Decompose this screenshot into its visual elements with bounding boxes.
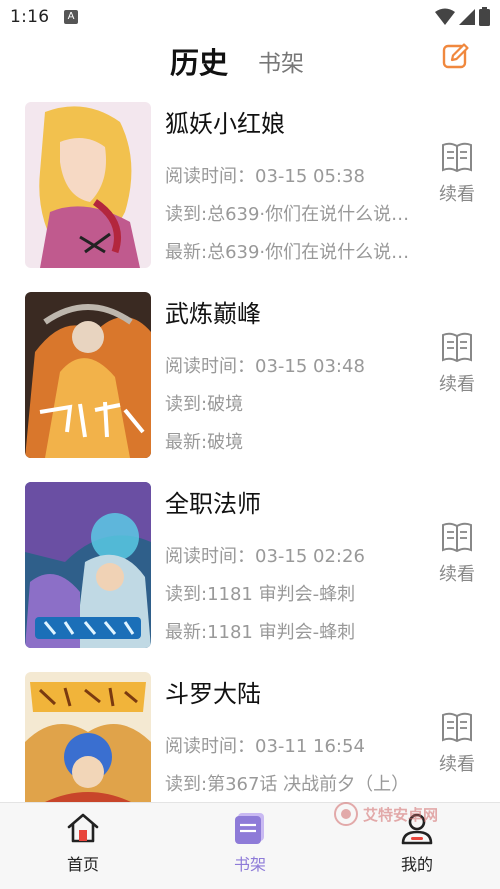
continue-reading-button[interactable]: 续看 [434,710,480,776]
watermark-logo-icon [334,802,358,826]
read-progress: 读到:总639·你们在说什么说什么 [165,204,423,225]
book-icon [442,712,472,743]
continue-label: 续看 [439,184,475,205]
latest-chapter: 最新:1181 审判会-蜂刺 [165,622,356,643]
continue-reading-button[interactable]: 续看 [434,520,480,586]
book-title: 斗罗大陆 [165,680,261,708]
latest-chapter: 最新:破境 [165,432,244,453]
read-progress: 读到:第367话 决战前夕（上） [165,774,410,795]
book-title: 武炼巅峰 [165,300,261,328]
header: 历史 书架 [0,34,500,88]
status-bar: 1:16 A [0,0,500,34]
book-icon [442,332,472,363]
latest-chapter: 最新:总639·你们在说什么说什么 [165,242,423,263]
nav-shelf-label: 书架 [233,855,266,874]
signal-icon [459,8,475,25]
continue-label: 续看 [439,374,475,395]
book-title: 全职法师 [165,490,261,518]
read-time: 阅读时间：03-15 05:38 [165,166,365,187]
wifi-icon [435,8,455,25]
nav-mine-label: 我的 [400,855,433,874]
book-cover[interactable] [25,482,151,648]
continue-reading-button[interactable]: 续看 [434,330,480,396]
app-notification-icon: A [64,10,78,24]
bookshelf-icon [235,813,264,844]
list-item[interactable]: 全职法师 阅读时间：03-15 02:26 读到:1181 审判会-蜂刺 最新:… [0,476,500,666]
nav-home[interactable]: 首页 [38,811,128,875]
battery-icon [479,7,490,26]
tab-history[interactable]: 历史 [170,40,228,82]
continue-label: 续看 [439,564,475,585]
continue-label: 续看 [439,754,475,775]
home-icon [67,813,99,843]
watermark-text: 艾特安卓网 [363,805,439,824]
read-progress: 读到:破境 [165,394,244,415]
book-cover[interactable] [25,292,151,458]
tab-shelf[interactable]: 书架 [258,44,304,78]
nav-shelf[interactable]: 书架 [205,811,295,875]
book-title: 狐妖小红娘 [165,110,285,138]
edit-icon[interactable] [442,42,470,70]
nav-home-label: 首页 [66,855,99,874]
list-item[interactable]: 狐妖小红娘 阅读时间：03-15 05:38 读到:总639·你们在说什么说什么… [0,96,500,286]
book-icon [442,142,472,173]
read-time: 阅读时间：03-15 02:26 [165,546,365,567]
read-time: 阅读时间：03-15 03:48 [165,356,365,377]
history-list: 狐妖小红娘 阅读时间：03-15 05:38 读到:总639·你们在说什么说什么… [0,96,500,802]
read-time: 阅读时间：03-11 16:54 [165,736,365,757]
list-item[interactable]: 斗罗大陆 阅读时间：03-11 16:54 读到:第367话 决战前夕（上） 续… [0,666,500,802]
book-cover[interactable] [25,102,151,268]
continue-reading-button[interactable]: 续看 [434,140,480,206]
status-indicators [435,7,490,26]
watermark: 艾特安卓网 [333,801,438,827]
list-item[interactable]: 武炼巅峰 阅读时间：03-15 03:48 读到:破境 最新:破境 续看 [0,286,500,476]
status-time: 1:16 [10,7,50,27]
book-icon [442,522,472,553]
book-cover[interactable] [25,672,151,802]
read-progress: 读到:1181 审判会-蜂刺 [165,584,356,605]
